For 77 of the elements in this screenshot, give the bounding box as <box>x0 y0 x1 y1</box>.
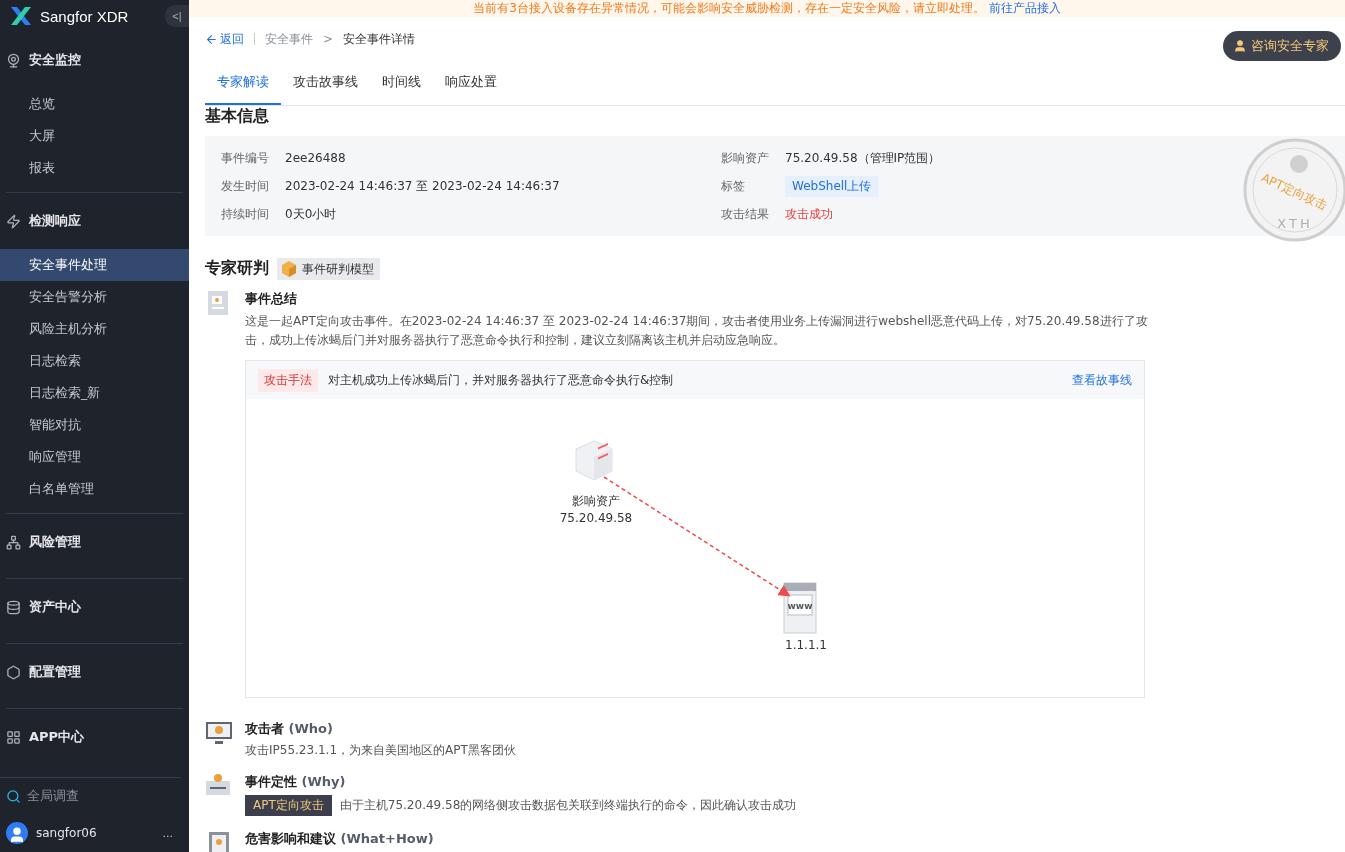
webpage-icon: www <box>782 581 818 635</box>
attack-method-text: 对主机成功上传冰蝎后门，并对服务器执行了恶意命令执行&控制 <box>328 371 674 389</box>
more-menu[interactable]: ... <box>162 826 173 840</box>
field-label: 影响资产 <box>721 149 770 167</box>
warning-message: 当前有3台接入设备存在异常情况，可能会影响安全威胁检测，存在一定安全风险，请立即处理。 <box>473 0 985 17</box>
tag: WebShell上传 <box>785 175 879 197</box>
node-label: 影响资产 <box>571 493 621 510</box>
server-icon <box>572 439 616 483</box>
x-logo-icon <box>10 6 32 26</box>
database-icon <box>6 599 21 615</box>
menu-item[interactable]: 风险主机分析 <box>0 313 189 345</box>
breadcrumb-current: 安全事件详情 <box>343 30 416 48</box>
menu-group[interactable]: 安全监控 <box>0 32 189 88</box>
banner-link[interactable]: 前往产品接入 <box>988 0 1061 17</box>
tab[interactable]: 时间线 <box>370 61 433 105</box>
section-heading: 危害影响和建议 (What+How) <box>245 830 435 848</box>
field-value: 攻击成功 <box>785 205 833 223</box>
hexagon-icon <box>6 664 21 680</box>
menu-item[interactable]: 响应管理 <box>0 441 189 473</box>
menu-item[interactable]: 总览 <box>0 88 189 120</box>
back-link[interactable]: 返回 <box>205 30 244 48</box>
section-heading: 事件定性 (Why) <box>245 773 347 791</box>
section-text: 由于主机75.20.49.58的网络侧攻击数据包关联到终端执行的命令，因此确认攻击成功 <box>339 797 797 814</box>
user-name: sangfor06 <box>36 826 97 840</box>
tab[interactable]: 响应处置 <box>433 61 509 105</box>
field-label: 事件编号 <box>221 149 270 167</box>
section-title: 基本信息 <box>205 104 270 127</box>
field-value: 75.20.49.58（管理IP范围） <box>785 149 941 167</box>
menu-item[interactable]: 日志检索 <box>0 345 189 377</box>
menu-group[interactable]: APP中心 <box>0 709 189 765</box>
section-text: 攻击IP55.23.1.1，为来自美国地区的APT黑客团伙 <box>245 742 516 759</box>
menu-group[interactable]: 资产中心 <box>0 579 189 635</box>
search-icon <box>6 788 21 804</box>
menu-item[interactable]: 日志检索_新 <box>0 377 189 409</box>
avatar <box>6 822 28 844</box>
category-tag: APT定向攻击 <box>245 795 332 816</box>
menu-group[interactable]: 配置管理 <box>0 644 189 700</box>
field-label: 标签 <box>721 177 746 195</box>
tab[interactable]: 专家解读 <box>205 61 281 105</box>
collapse-button[interactable]: <| <box>165 5 189 27</box>
field-value: 2ee26488 <box>285 151 346 165</box>
field-value: 2023-02-24 14:46:37 至 2023-02-24 14:46:37 <box>285 177 560 195</box>
arrow-left-icon <box>205 32 218 46</box>
breadcrumb-separator: > <box>323 32 334 46</box>
breadcrumb-link[interactable]: 安全事件 <box>265 30 313 48</box>
summary-title: 事件总结 <box>245 290 298 308</box>
model-tag-label: 事件研判模型 <box>302 260 374 278</box>
menu-item[interactable]: 报表 <box>0 152 189 184</box>
menu-item[interactable]: 白名单管理 <box>0 473 189 505</box>
menu-item[interactable]: 安全告警分析 <box>0 281 189 313</box>
person-icon <box>1233 39 1247 53</box>
field-label: 持续时间 <box>221 205 270 223</box>
webcam-icon <box>6 52 21 68</box>
summary-text: 这是一起APT定向攻击事件。在2023-02-24 14:46:37 至 2023-02-24 14:46:37期间，攻击者使用业务上传漏洞进行webshell恶意代码上传，对75.20.49.58进行了攻击，成功上传冰蝎后门并对服务器执行了恶意命令执行和控制，建议立刻隔离该主机并启动应急响应。 <box>245 313 1149 349</box>
menu-item[interactable]: 大屏 <box>0 120 189 152</box>
menu-group[interactable]: 风险管理 <box>0 514 189 570</box>
grid-icon <box>6 729 21 745</box>
menu-item[interactable]: 智能对抗 <box>0 409 189 441</box>
tab[interactable]: 攻击故事线 <box>281 61 370 105</box>
monitor-icon <box>205 720 233 746</box>
brand-name: Sangfor XDR <box>40 7 129 25</box>
node-ip: 75.20.49.58 <box>558 510 634 527</box>
field-value: 0天0小时 <box>285 205 337 223</box>
attack-method-tag: 攻击手法 <box>258 368 318 392</box>
field-label: 发生时间 <box>221 177 270 195</box>
global-search-link[interactable]: 全局调查 <box>27 787 79 805</box>
node-ip: 1.1.1.1 <box>784 637 828 654</box>
field-label: 攻击结果 <box>721 205 770 223</box>
section-title: 专家研判 <box>205 256 269 279</box>
menu-group[interactable]: 检测响应 <box>0 193 189 249</box>
consult-expert-button[interactable]: 咨询安全专家 <box>1223 31 1341 61</box>
menu-item[interactable]: 安全事件处理 <box>0 249 189 281</box>
section-heading: 攻击者 (Who) <box>245 720 334 738</box>
cube-icon <box>280 260 298 278</box>
network-icon <box>6 534 21 550</box>
storyline-link[interactable]: 查看故事线 <box>1072 371 1132 389</box>
lightning-icon <box>6 213 21 229</box>
